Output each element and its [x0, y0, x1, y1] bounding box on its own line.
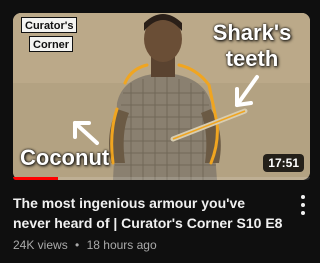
watch-progress-fill — [13, 177, 58, 180]
watch-progress-bar — [13, 177, 310, 180]
video-title[interactable]: The most ingenious armour you've never h… — [13, 193, 285, 233]
video-thumbnail[interactable]: Curator's Corner Shark's teeth Coconut 1… — [13, 13, 310, 180]
video-metadata: 24K views • 18 hours ago — [13, 237, 285, 253]
thumbnail-caption-bottom: Coconut — [20, 145, 110, 170]
channel-logo: Curator's Corner — [21, 17, 79, 53]
view-count: 24K views — [13, 238, 68, 252]
video-card[interactable]: Curator's Corner Shark's teeth Coconut 1… — [0, 0, 320, 263]
meta-separator: • — [75, 238, 80, 252]
logo-text-line2: Corner — [29, 36, 73, 52]
thumbnail-caption-top: Shark's teeth — [212, 20, 292, 71]
more-vertical-icon[interactable] — [294, 193, 312, 217]
logo-text-line1: Curator's — [21, 17, 77, 33]
duration-badge: 17:51 — [263, 154, 304, 172]
upload-age: 18 hours ago — [86, 238, 157, 252]
